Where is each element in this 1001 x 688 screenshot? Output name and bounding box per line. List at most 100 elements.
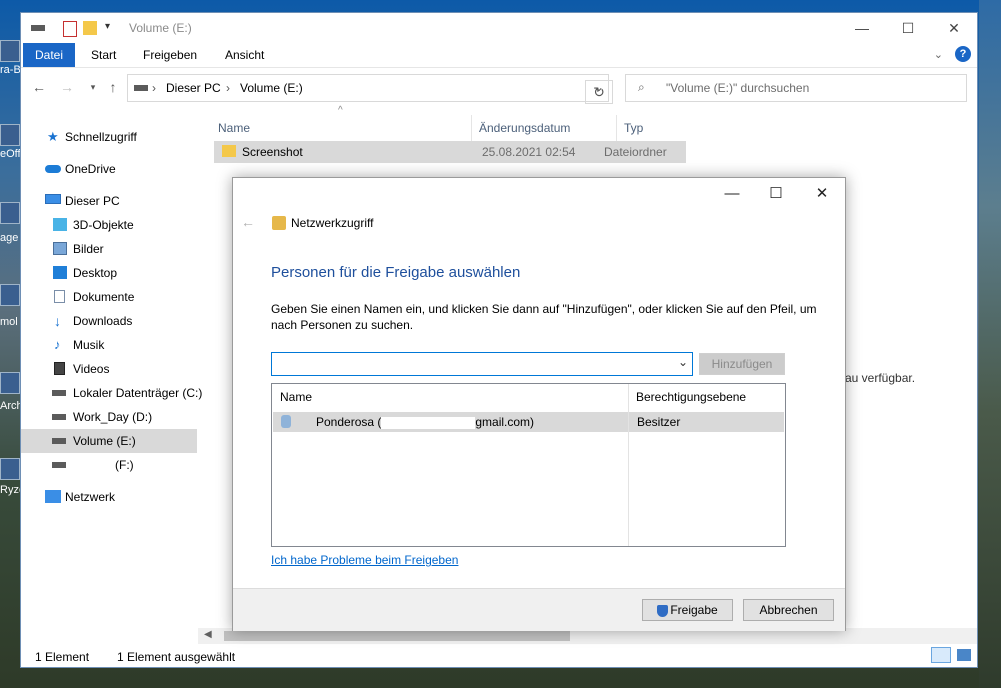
forward-button[interactable]: → — [57, 77, 77, 97]
desktop-shortcut-icon[interactable] — [0, 372, 20, 394]
nav-item-3d-objekte[interactable]: 3D-Objekte — [21, 213, 197, 237]
nav-label: Volume (E:) — [73, 434, 136, 448]
breadcrumb-volume-e[interactable]: Volume (E:) — [240, 81, 303, 95]
nav-item-bilder[interactable]: Bilder — [21, 237, 197, 261]
file-type: Dateiordner — [604, 145, 667, 159]
nav-item-drive-c[interactable]: Lokaler Datenträger (C:) — [21, 381, 202, 405]
column-header-permission[interactable]: Berechtigungsebene — [636, 387, 746, 407]
music-icon: ♪ — [54, 337, 61, 352]
scrollbar-thumb[interactable] — [224, 631, 570, 641]
drive-icon — [52, 462, 66, 468]
tab-freigeben[interactable]: Freigeben — [131, 43, 209, 67]
desktop-right-edge — [979, 0, 1001, 688]
help-icon[interactable]: ? — [955, 46, 971, 62]
nav-item-musik[interactable]: ♪ Musik — [21, 333, 197, 357]
nav-label: Netzwerk — [65, 490, 116, 504]
desktop-shortcut-icon[interactable] — [0, 124, 20, 146]
maximize-button[interactable]: ☐ — [753, 178, 799, 208]
address-bar[interactable]: › Dieser PC › Volume (E:) ⌄ — [127, 74, 609, 102]
nav-item-downloads[interactable]: ↓ Downloads — [21, 309, 197, 333]
breadcrumb-dieser-pc[interactable]: Dieser PC — [166, 81, 221, 95]
help-link[interactable]: Ich habe Probleme beim Freigeben — [271, 553, 458, 567]
drive-icon — [31, 25, 45, 31]
nav-label: Dokumente — [73, 290, 135, 304]
nav-label: Work_Day (D:) — [73, 410, 153, 424]
documents-icon — [54, 290, 65, 303]
network-access-dialog: — ☐ ✕ ← Netzwerkzugriff Personen für die… — [232, 177, 846, 631]
desktop-label: Ryze — [0, 484, 20, 496]
nav-item-drive-d[interactable]: Work_Day (D:) — [21, 405, 197, 429]
pictures-icon — [53, 242, 67, 255]
tab-ansicht[interactable]: Ansicht — [213, 43, 276, 67]
nav-item-desktop[interactable]: Desktop — [21, 261, 197, 285]
column-separator[interactable] — [471, 115, 472, 141]
video-icon — [54, 362, 65, 375]
desktop-icons-left: ra-B eOff age mol Arch Ryze — [0, 0, 20, 688]
minimize-button[interactable]: — — [709, 178, 755, 208]
nav-item-onedrive[interactable]: OneDrive — [21, 157, 197, 181]
share-button[interactable]: Freigabe — [642, 599, 733, 621]
tab-datei[interactable]: Datei — [23, 43, 76, 67]
nav-item-drive-f[interactable]: (F:) — [21, 453, 197, 477]
list-item[interactable]: Ponderosa (gmail.com) Besitzer — [273, 412, 784, 432]
permission-level[interactable]: Besitzer — [637, 415, 680, 429]
up-button[interactable]: ↑ — [103, 77, 123, 97]
desktop-shortcut-icon[interactable] — [0, 458, 20, 480]
nav-item-drive-e[interactable]: Volume (E:) — [21, 429, 197, 453]
ribbon-tabs: Datei Start Freigeben Ansicht ⌄ ? — [21, 43, 977, 68]
folder-icon — [222, 145, 236, 157]
column-header-name[interactable]: Name — [280, 387, 312, 407]
close-button[interactable]: ✕ — [799, 178, 845, 208]
details-view-icon[interactable] — [931, 647, 951, 663]
nav-label: Schnellzugriff — [65, 130, 137, 144]
new-folder-icon[interactable] — [83, 21, 97, 35]
nav-item-videos[interactable]: Videos — [21, 357, 197, 381]
column-separator — [628, 384, 629, 546]
title-bar: ▾ Volume (E:) — ☐ ✕ — [21, 13, 977, 43]
star-icon: ★ — [47, 129, 59, 144]
desktop-shortcut-icon[interactable] — [0, 202, 20, 224]
shield-icon — [657, 604, 669, 617]
table-row[interactable]: Screenshot 25.08.2021 02:54 Dateiordner — [214, 141, 686, 163]
drive-icon — [134, 85, 148, 91]
refresh-button[interactable]: ↻ — [585, 80, 613, 104]
column-header-name[interactable]: Name — [218, 115, 250, 141]
close-button[interactable]: ✕ — [931, 13, 977, 43]
desktop-shortcut-icon[interactable] — [0, 284, 20, 306]
scroll-left-icon[interactable]: ◀ — [204, 629, 212, 640]
network-icon — [45, 490, 61, 503]
tab-start[interactable]: Start — [79, 43, 128, 67]
nav-item-dokumente[interactable]: Dokumente — [21, 285, 197, 309]
column-header-date[interactable]: Änderungsdatum — [479, 115, 570, 141]
nav-item-dieser-pc[interactable]: Dieser PC — [21, 189, 197, 213]
back-arrow-icon[interactable]: ← — [241, 214, 255, 230]
desktop-shortcut-icon[interactable] — [0, 40, 20, 62]
address-row: ← → ▾ ↑ › Dieser PC › Volume (E:) ⌄ ↻ ⌕ … — [21, 71, 977, 105]
minimize-button[interactable]: — — [839, 13, 885, 43]
drive-icon — [52, 390, 66, 396]
chevron-down-icon[interactable]: ⌄ — [678, 355, 688, 369]
large-icons-view-icon[interactable] — [957, 649, 971, 661]
person-name-input[interactable]: ⌄ — [271, 352, 693, 376]
recent-locations-button[interactable]: ▾ — [83, 77, 103, 97]
info-text: au verfügbar. — [845, 371, 916, 385]
chevron-down-icon[interactable]: ▾ — [105, 21, 110, 35]
column-header-type[interactable]: Typ — [624, 115, 643, 141]
drive-icon — [52, 414, 66, 420]
column-separator[interactable] — [616, 115, 617, 141]
back-button[interactable]: ← — [29, 77, 49, 97]
expand-ribbon-icon[interactable]: ⌄ — [934, 48, 943, 61]
nav-label: Musik — [73, 338, 105, 352]
drive-icon — [52, 438, 66, 444]
maximize-button[interactable]: ☐ — [885, 13, 931, 43]
desktop-label: mol — [0, 316, 18, 328]
cancel-button[interactable]: Abbrechen — [743, 599, 834, 621]
nav-item-netzwerk[interactable]: Netzwerk — [21, 485, 197, 509]
nav-item-schnellzugriff[interactable]: ★ Schnellzugriff — [21, 125, 197, 149]
search-input[interactable]: ⌕ "Volume (E:)" durchsuchen — [625, 74, 967, 102]
network-users-icon — [272, 216, 286, 230]
cloud-icon — [45, 165, 61, 173]
add-button[interactable]: Hinzufügen — [699, 353, 785, 375]
properties-icon[interactable] — [63, 21, 77, 37]
desktop-label: eOff — [0, 148, 20, 160]
